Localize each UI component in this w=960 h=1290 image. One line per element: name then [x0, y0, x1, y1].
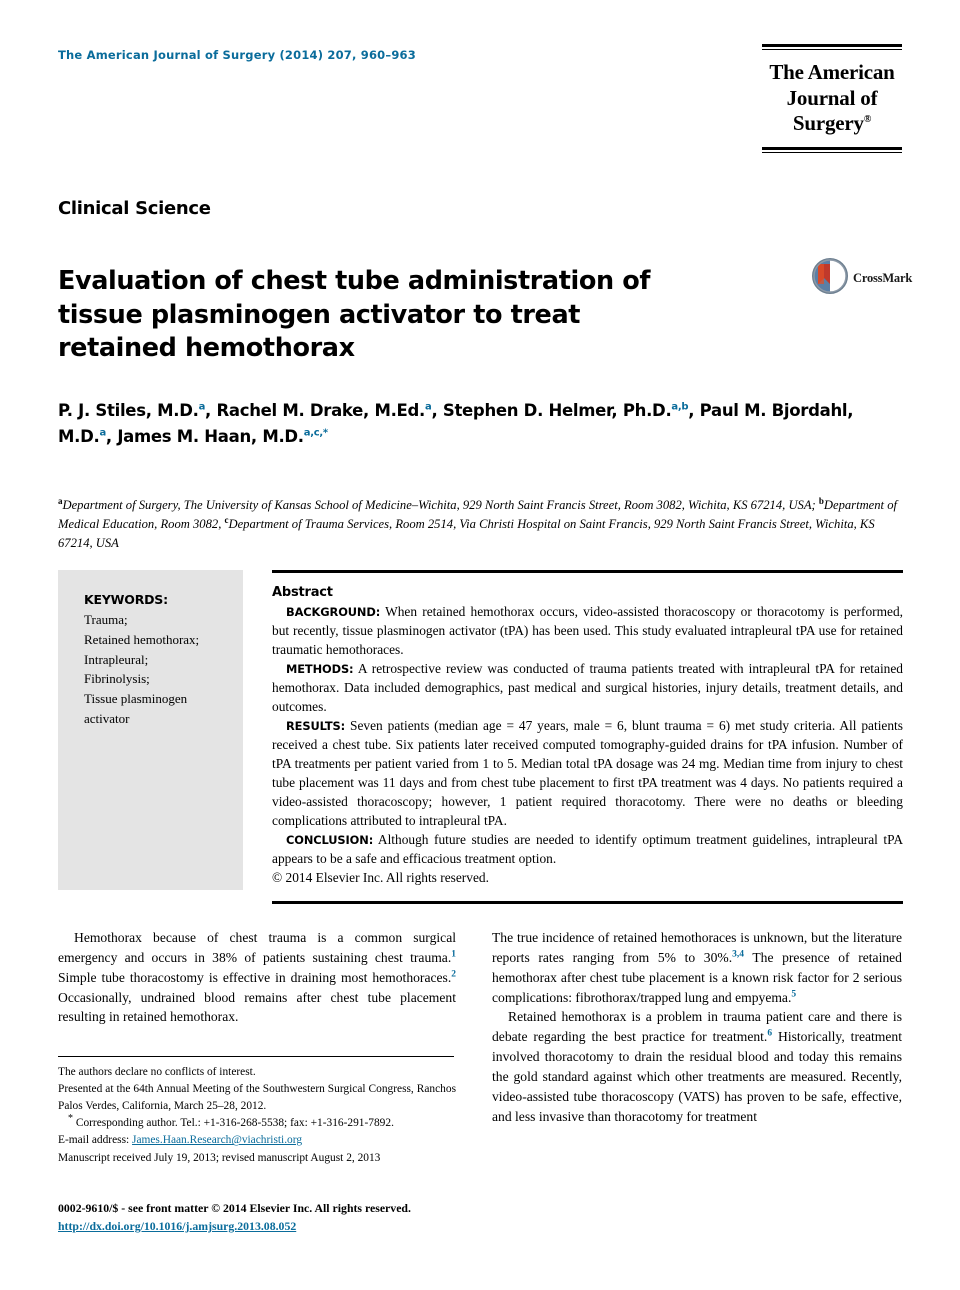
author-name: Stephen D. Helmer, Ph.D. [442, 401, 672, 420]
footnote-presented: Presented at the 64th Annual Meeting of … [58, 1083, 456, 1113]
reference-marker[interactable]: 5 [791, 989, 796, 999]
abstract-section-label: CONCLUSION: [286, 833, 374, 848]
doi-link[interactable]: http://dx.doi.org/10.1016/j.amjsurg.2013… [58, 1219, 296, 1233]
crossmark-icon [812, 257, 848, 299]
corresponding-author-text: Corresponding author. Tel.: +1-316-268-5… [73, 1117, 394, 1130]
footnotes-block: The authors declare no conflicts of inte… [58, 1056, 456, 1167]
keyword-item: Retained hemothorax; [84, 631, 200, 647]
abstract-section-label: METHODS: [286, 662, 354, 677]
footnote-email: E-mail address: James.Haan.Research@viac… [58, 1132, 456, 1149]
email-label: E-mail address: [58, 1134, 133, 1147]
journal-logo-line2-wrap: Journal of Surgery® [762, 86, 902, 137]
page-title: Evaluation of chest tube administration … [58, 266, 651, 364]
footnote-corresponding: * Corresponding author. Tel.: +1-316-268… [58, 1114, 456, 1132]
keyword-item: Intrapleural; [84, 651, 149, 667]
author-affiliation-marker: a [425, 401, 432, 413]
abstract-section-label: BACKGROUND: [286, 605, 381, 619]
abstract-section-label: RESULTS: [286, 719, 346, 734]
author-affiliation-marker: a [99, 427, 106, 439]
abstract-section: Abstract BACKGROUND: When retained hemot… [272, 570, 903, 905]
article-page: The American Journal of Surgery (2014) 2… [0, 0, 960, 1290]
logo-rule-bottom [762, 146, 902, 153]
author-name: P. J. Stiles, M.D. [58, 401, 199, 420]
body-paragraph: Retained hemothorax is a problem in trau… [492, 1007, 902, 1126]
page-footer: 0002-9610/$ - see front matter © 2014 El… [58, 1200, 658, 1235]
abstract-body: BACKGROUND: When retained hemothorax occ… [272, 602, 903, 887]
reference-marker[interactable]: 1 [451, 949, 456, 960]
author-affiliation-marker: a,c,* [303, 427, 328, 439]
body-paragraph: The true incidence of retained hemothora… [492, 928, 902, 1007]
affiliation-list: aDepartment of Surgery, The University o… [58, 496, 903, 553]
trademark-symbol: ® [863, 114, 872, 126]
journal-logo-text: The American Journal of Surgery® [762, 50, 902, 147]
section-label: Clinical Science [58, 198, 211, 219]
abstract-section-text: Seven patients (median age = 47 years, m… [272, 718, 903, 829]
journal-logo: The American Journal of Surgery® [762, 44, 902, 153]
abstract-section-text: A retrospective review was conducted of … [272, 661, 903, 715]
abstract-paragraph: CONCLUSION: Although future studies are … [272, 830, 903, 868]
keyword-item: activator [84, 710, 130, 726]
reference-marker[interactable]: 2 [451, 969, 456, 979]
keyword-item: Tissue plasminogen [84, 691, 188, 706]
body-text: Simple tube thoracostomy is effective in… [58, 969, 452, 985]
abstract-paragraph: RESULTS: Seven patients (median age = 47… [272, 716, 903, 830]
keyword-item: Fibrinolysis; [84, 671, 150, 687]
abstract-rule-bottom [272, 901, 903, 905]
body-paragraph: Hemothorax because of chest trauma is a … [58, 928, 456, 1027]
email-link[interactable]: James.Haan.Research@viachristi.org [132, 1134, 302, 1146]
body-text: Hemothorax because of chest trauma is a … [58, 930, 456, 965]
abstract-copyright: © 2014 Elsevier Inc. All rights reserved… [272, 870, 489, 886]
footnote-divider [58, 1056, 454, 1057]
author-affiliation-marker: a,b [671, 401, 689, 413]
body-column-right: The true incidence of retained hemothora… [492, 928, 902, 1126]
footnote-conflicts: The authors declare no conflicts of inte… [58, 1066, 256, 1078]
footnote-manuscript: Manuscript received July 19, 2013; revis… [58, 1151, 381, 1164]
keywords-title: KEYWORDS: [84, 592, 168, 607]
journal-logo-line1: The American [769, 60, 895, 84]
reference-marker[interactable]: 3,4 [732, 949, 744, 960]
author-affiliation-marker: a [198, 401, 206, 413]
journal-logo-line2: Journal of Surgery [786, 85, 878, 136]
abstract-heading: Abstract [272, 585, 333, 600]
body-text: Occasionally, undrained blood remains af… [58, 989, 456, 1025]
crossmark-badge[interactable]: CrossMark [812, 256, 912, 300]
author-list: P. J. Stiles, M.D.a, Rachel M. Drake, M.… [58, 401, 854, 446]
body-column-left: Hemothorax because of chest trauma is a … [58, 928, 456, 1027]
keywords-panel: KEYWORDS: Trauma; Retained hemothorax; Int… [58, 570, 243, 890]
affiliation-text: Department of Surgery, The University of… [62, 498, 819, 512]
author-name: Rachel M. Drake, M.Ed. [216, 401, 425, 420]
abstract-paragraph: METHODS: A retrospective review was cond… [272, 659, 903, 716]
keyword-item: Trauma; [84, 612, 128, 627]
abstract-paragraph: BACKGROUND: When retained hemothorax occ… [272, 602, 903, 659]
abstract-rule-top [272, 570, 903, 573]
front-matter-line: 0002-9610/$ - see front matter © 2014 El… [58, 1201, 411, 1215]
journal-citation: The American Journal of Surgery (2014) 2… [58, 48, 416, 62]
author-name: James M. Haan, M.D. [117, 426, 304, 446]
crossmark-label: CrossMark [853, 270, 913, 285]
keywords-items: Trauma; Retained hemothorax; Intrapleural;… [84, 610, 243, 729]
